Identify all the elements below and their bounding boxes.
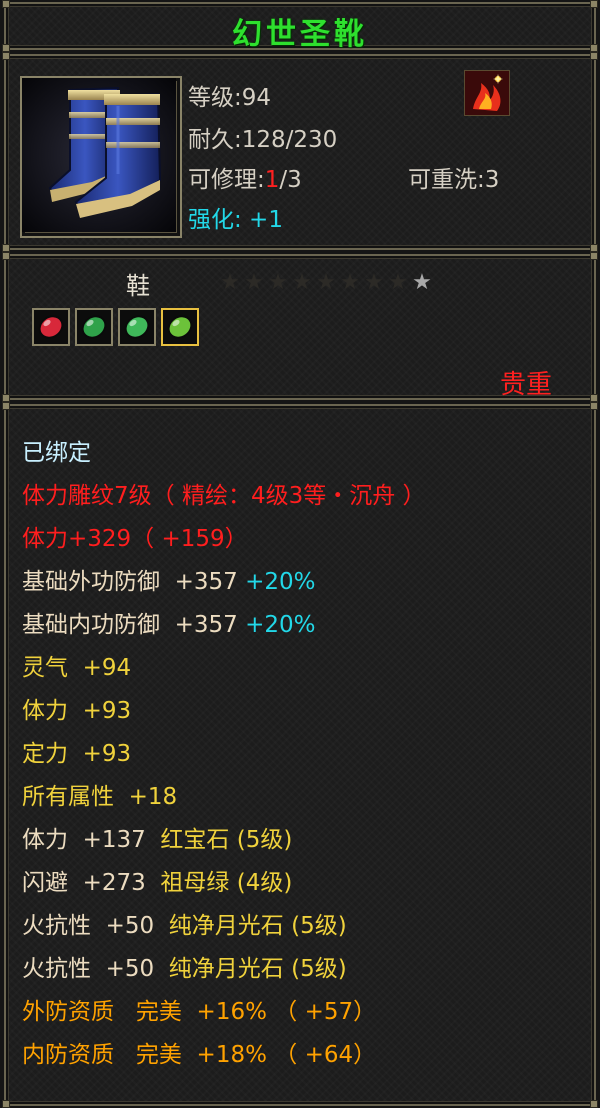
attribute-list: 已绑定 体力雕纹7级（ 精绘：4级3等・沉舟 ） 体力+329（ +159） 基… xyxy=(22,432,584,1077)
frame-corner xyxy=(2,44,10,52)
jade-gem-icon xyxy=(124,315,150,339)
frame-corner xyxy=(2,394,10,402)
gem-stat: 火抗性 +50 xyxy=(22,913,169,939)
rewash-text: 可重洗:3 xyxy=(408,167,500,193)
frame-corner xyxy=(590,44,598,52)
repair-count: 1 xyxy=(264,167,280,193)
vitality-main-line: 体力+329（ +159） xyxy=(22,526,248,552)
external-quality-line: 外防资质 完美 +16% （ +57） xyxy=(22,999,377,1025)
gem-stat: 火抗性 +50 xyxy=(22,956,169,982)
star-icon: ★ xyxy=(340,270,360,295)
strengthen-text: 强化: +1 xyxy=(188,207,283,233)
gem-sockets xyxy=(32,308,204,348)
internal-quality-line: 内防资质 完美 +18% （ +64） xyxy=(22,1042,377,1068)
item-header-panel: 等级:94 耐久:128/230 可修理:1/3 可重洗:3 强化: +1 xyxy=(4,54,596,250)
engrave-line: 体力雕纹7级（ 精绘：4级3等・沉舟 ） xyxy=(22,483,426,509)
item-sockets-panel: 鞋 ★ ★ ★ ★ ★ ★ ★ ★ ★ 贵重 xyxy=(4,254,596,400)
item-name: 幻世圣靴 xyxy=(232,17,368,52)
frame-corner xyxy=(590,252,598,260)
gem-line: 闪避 +273 祖母绿 (4级) xyxy=(22,862,584,905)
star-icon: ★ xyxy=(316,270,336,295)
frame-corner xyxy=(590,394,598,402)
gem-stat: 体力 +137 xyxy=(22,827,161,853)
gem-socket[interactable] xyxy=(118,308,156,346)
repair-prefix: 可修理: xyxy=(188,167,265,193)
external-defense-bonus: +20% xyxy=(245,569,316,595)
frame-corner xyxy=(2,52,10,60)
gem-line: 火抗性 +50 纯净月光石 (5级) xyxy=(22,905,584,948)
jade-gem-icon xyxy=(167,315,193,339)
vitality-line: 体力 +93 xyxy=(22,698,132,724)
star-icon: ★ xyxy=(412,270,432,295)
bound-status: 已绑定 xyxy=(22,440,91,466)
internal-defense-line: 基础内功防御 +357 +20% xyxy=(22,604,584,647)
flame-rank-icon xyxy=(464,70,510,116)
gem-socket[interactable] xyxy=(75,308,113,346)
durability-text: 耐久:128/230 xyxy=(188,127,338,153)
star-icon: ★ xyxy=(268,270,288,295)
frame-corner xyxy=(590,1100,598,1108)
star-icon: ★ xyxy=(388,270,408,295)
internal-defense-label: 基础内功防御 +357 xyxy=(22,612,238,638)
all-attributes-line: 所有属性 +18 xyxy=(22,784,178,810)
frame-corner xyxy=(590,52,598,60)
title-bar: 幻世圣靴 xyxy=(4,2,596,52)
gem-line: 体力 +137 红宝石 (5级) xyxy=(22,819,584,862)
focus-line: 定力 +93 xyxy=(22,741,132,767)
ruby-gem-icon xyxy=(38,315,64,339)
external-defense-line: 基础外功防御 +357 +20% xyxy=(22,561,584,604)
frame-corner xyxy=(590,244,598,252)
boots-icon xyxy=(22,78,176,232)
gem-line: 火抗性 +50 纯净月光石 (5级) xyxy=(22,948,584,991)
frame-corner xyxy=(2,1100,10,1108)
level-text: 等级:94 xyxy=(188,85,272,111)
star-icon: ★ xyxy=(292,270,312,295)
frame-corner xyxy=(590,0,598,8)
gem-name: 纯净月光石 (5级) xyxy=(168,913,347,939)
item-portrait[interactable] xyxy=(20,76,182,238)
spirit-line: 灵气 +94 xyxy=(22,655,132,681)
gem-stat: 闪避 +273 xyxy=(22,870,161,896)
item-type-label: 鞋 xyxy=(126,272,150,300)
gem-name: 祖母绿 (4级) xyxy=(160,870,293,896)
gem-socket[interactable] xyxy=(161,308,199,346)
repair-suffix: /3 xyxy=(279,167,302,193)
emerald-gem-icon xyxy=(81,315,107,339)
attribute-panel: 已绑定 体力雕纹7级（ 精绘：4级3等・沉舟 ） 体力+329（ +159） 基… xyxy=(4,404,596,1106)
frame-corner xyxy=(2,252,10,260)
star-icon: ★ xyxy=(220,270,240,295)
frame-corner xyxy=(2,402,10,410)
star-icon: ★ xyxy=(364,270,384,295)
star-icon: ★ xyxy=(244,270,264,295)
gem-name: 纯净月光石 (5级) xyxy=(168,956,347,982)
frame-corner xyxy=(2,0,10,8)
frame-corner xyxy=(590,402,598,410)
star-rating: ★ ★ ★ ★ ★ ★ ★ ★ ★ xyxy=(218,270,434,296)
repair-text: 可修理:1/3 xyxy=(188,160,302,194)
gem-name: 红宝石 (5级) xyxy=(160,827,293,853)
frame-corner xyxy=(2,244,10,252)
internal-defense-bonus: +20% xyxy=(245,612,316,638)
gem-socket[interactable] xyxy=(32,308,70,346)
item-grade: 贵重 xyxy=(499,370,552,400)
external-defense-label: 基础外功防御 +357 xyxy=(22,569,238,595)
